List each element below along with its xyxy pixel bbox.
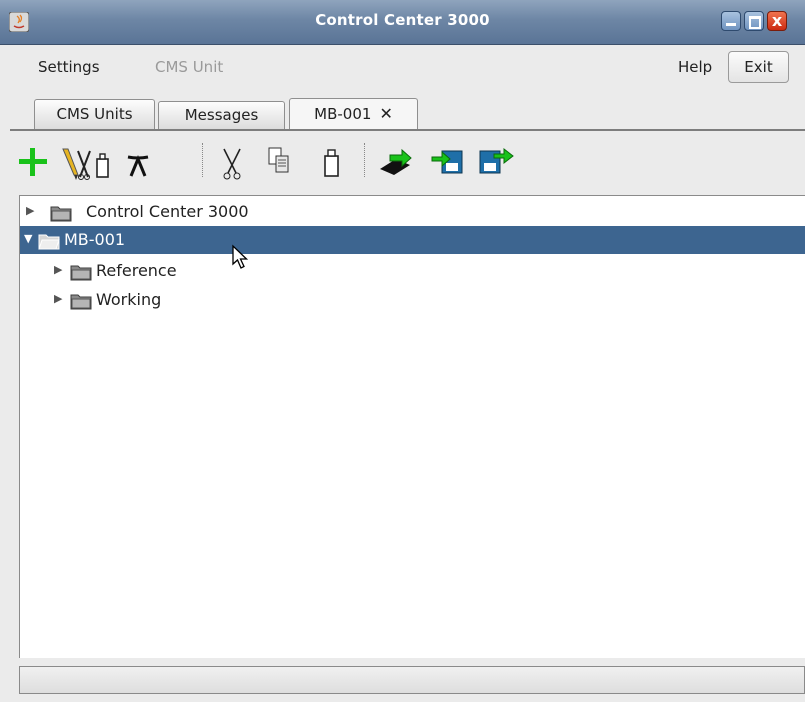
add-icon[interactable] (16, 145, 50, 179)
import-icon[interactable] (430, 145, 466, 177)
window-title: Control Center 3000 (315, 11, 490, 29)
folder-icon (70, 294, 92, 310)
delete-icon[interactable] (124, 145, 152, 179)
collapse-arrow-icon[interactable]: ▼ (24, 232, 32, 245)
tree-node-selected[interactable]: ▼ MB-001 (20, 226, 805, 254)
title-bar: Control Center 3000 x (0, 0, 805, 45)
send-icon[interactable] (376, 145, 416, 177)
tab-label: MB-001 (314, 105, 372, 123)
copy-icon[interactable] (266, 145, 292, 177)
tree-node-working[interactable]: ▶ Working (20, 286, 805, 314)
status-bar (19, 666, 805, 694)
expand-arrow-icon[interactable]: ▶ (54, 292, 62, 305)
toolbar-separator (364, 143, 365, 177)
tree-node-label: Working (96, 290, 162, 309)
close-window-button[interactable]: x (767, 11, 787, 31)
close-tab-icon[interactable]: ✕ (379, 104, 392, 123)
toolbar (10, 139, 805, 191)
tree-node-label: MB-001 (64, 230, 126, 249)
menu-cms-unit[interactable]: CMS Unit (155, 58, 223, 76)
tree-node-label: Control Center 3000 (86, 202, 249, 221)
message-tree[interactable]: ▶ Control Center 3000 ▼ MB-001 ▶ Referen… (19, 195, 805, 658)
expand-arrow-icon[interactable]: ▶ (26, 204, 34, 217)
expand-arrow-icon[interactable]: ▶ (54, 263, 62, 276)
edit-icon[interactable] (60, 145, 116, 181)
menu-settings[interactable]: Settings (38, 58, 100, 76)
export-icon[interactable] (476, 145, 516, 177)
toolbar-separator (202, 143, 203, 177)
menu-help[interactable]: Help (678, 58, 712, 76)
tab-divider (10, 129, 805, 131)
tab-mb-001[interactable]: MB-001 ✕ (289, 98, 418, 130)
maximize-button[interactable] (744, 11, 764, 31)
tree-node-root[interactable]: ▶ Control Center 3000 (20, 198, 805, 226)
cut-icon[interactable] (218, 145, 246, 181)
mouse-cursor-icon (232, 244, 249, 269)
open-folder-icon (38, 234, 60, 250)
folder-icon (70, 265, 92, 281)
tab-cms-units[interactable]: CMS Units (34, 99, 155, 129)
tree-node-label: Reference (96, 261, 177, 280)
menu-bar: Settings CMS Unit Help Exit (10, 51, 805, 88)
tree-node-reference[interactable]: ▶ Reference (20, 257, 805, 285)
minimize-button[interactable] (721, 11, 741, 31)
tab-messages[interactable]: Messages (158, 101, 285, 129)
folder-icon (50, 206, 72, 222)
paste-icon[interactable] (322, 145, 342, 179)
exit-button[interactable]: Exit (728, 51, 789, 83)
